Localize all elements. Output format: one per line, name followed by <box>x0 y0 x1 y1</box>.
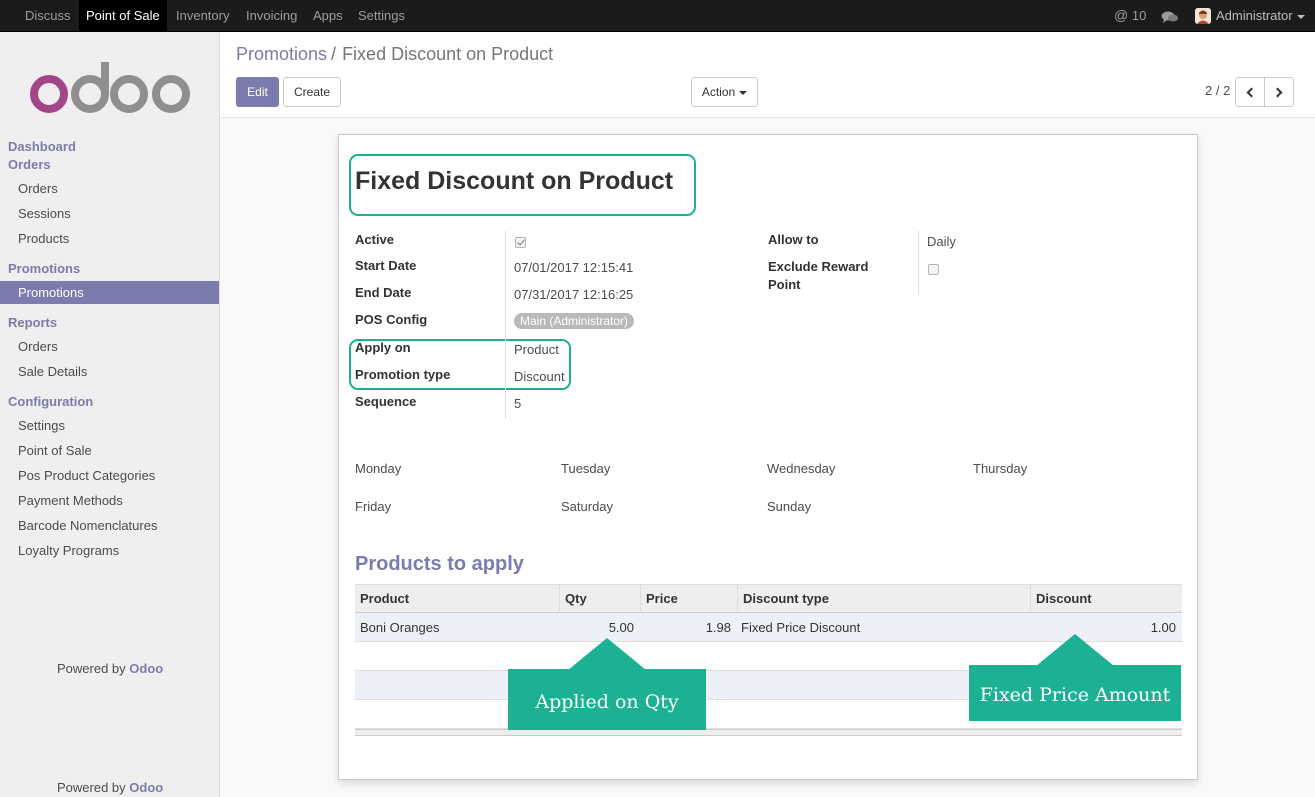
sidebar: Dashboard Orders Orders Sessions Product… <box>0 32 220 797</box>
exclude-reward-checkbox[interactable] <box>928 264 939 275</box>
sequence-label: Sequence <box>355 394 417 409</box>
breadcrumb-current: Fixed Discount on Product <box>342 44 554 64</box>
day-friday: Friday <box>355 499 392 514</box>
day-sunday: Sunday <box>767 499 812 514</box>
mentions-button[interactable]: @ 10 <box>1114 0 1146 31</box>
day-thursday: Thursday <box>973 461 1028 476</box>
products-table-header: Product Qty Price Discount type Discount <box>355 584 1182 613</box>
sidebar-item-barcode-nomenclatures[interactable]: Barcode Nomenclatures <box>0 514 219 537</box>
day-tuesday: Tuesday <box>561 461 611 476</box>
callout-applied-on-qty: Applied on Qty <box>508 669 706 730</box>
user-avatar[interactable] <box>1195 8 1211 24</box>
column-price[interactable]: Price <box>640 585 737 613</box>
callout-qty-arrow <box>568 638 646 670</box>
exclude-reward-label: Exclude Reward Point <box>768 259 869 292</box>
sequence-value: 5 <box>514 396 522 411</box>
column-discount[interactable]: Discount <box>1030 585 1182 613</box>
sidebar-item-settings[interactable]: Settings <box>0 414 219 437</box>
control-panel: Promotions / Fixed Discount on Product Edi… <box>220 32 1315 118</box>
chat-bubbles-icon <box>1161 11 1178 23</box>
menu-inventory[interactable]: Inventory <box>169 0 236 31</box>
chevron-down-icon <box>739 90 748 95</box>
menu-point-of-sale[interactable]: Point of Sale <box>79 0 167 31</box>
start-date-label: Start Date <box>355 258 417 273</box>
column-product[interactable]: Product <box>355 585 559 613</box>
pos-config-tag[interactable]: Main (Administrator) <box>514 313 635 329</box>
sidebar-item-sale-details[interactable]: Sale Details <box>0 360 219 383</box>
end-date-value: 07/31/2017 12:16:25 <box>514 287 634 302</box>
mentions-count: 10 <box>1131 8 1147 23</box>
chat-button[interactable] <box>1161 0 1179 31</box>
action-label: Action <box>701 85 736 99</box>
sidebar-item-payment-methods[interactable]: Payment Methods <box>0 489 219 512</box>
powered-by-link[interactable]: Odoo <box>129 661 163 676</box>
sidebar-item-point-of-sale[interactable]: Point of Sale <box>0 439 219 462</box>
start-date-value: 07/01/2017 12:15:41 <box>514 260 634 275</box>
menu-invoicing[interactable]: Invoicing <box>239 0 304 31</box>
field-divider-right <box>918 231 919 295</box>
powered-by: Powered by Odoo <box>57 661 163 676</box>
sidebar-item-promotions[interactable]: Promotions <box>0 281 219 304</box>
breadcrumb-promotions[interactable]: Promotions <box>236 44 327 64</box>
table-footer <box>355 729 1182 736</box>
breadcrumb-separator: / <box>331 44 337 64</box>
sidebar-item-loyalty-programs[interactable]: Loyalty Programs <box>0 539 219 562</box>
sidebar-item-products[interactable]: Products <box>0 227 219 250</box>
pager-previous-button[interactable] <box>1235 77 1265 107</box>
user-name: Administrator <box>1216 8 1293 23</box>
column-qty[interactable]: Qty <box>559 585 640 613</box>
form-sheet: Fixed Discount on Product Active Start D… <box>338 134 1198 780</box>
sidebar-head-reports[interactable]: Reports <box>8 315 57 330</box>
avatar-icon <box>1195 8 1211 24</box>
chevron-down-icon <box>1296 14 1305 19</box>
allow-to-label: Allow to <box>768 232 819 247</box>
sidebar-head-dashboard[interactable]: Dashboard <box>8 139 76 154</box>
products-section-title: Products to apply <box>355 553 524 575</box>
callout-fixed-price-amount: Fixed Price Amount <box>969 665 1181 721</box>
title-highlight <box>349 154 696 216</box>
callout-amount-arrow <box>1036 634 1114 666</box>
chevron-left-icon <box>1246 87 1257 98</box>
create-button[interactable]: Create <box>283 77 341 107</box>
pager-next-button[interactable] <box>1264 77 1294 107</box>
powered-by-footer: Powered by Odoo <box>57 780 163 795</box>
apply-type-highlight <box>349 339 571 390</box>
breadcrumb: Promotions / Fixed Discount on Product <box>236 44 553 65</box>
sidebar-item-orders[interactable]: Orders <box>0 177 219 200</box>
odoo-logo <box>30 62 190 113</box>
form-view: Fixed Discount on Product Active Start D… <box>220 118 1315 797</box>
powered-by-link[interactable]: Odoo <box>129 780 163 795</box>
top-navbar: Discuss Point of Sale Inventory Invoicin… <box>0 0 1315 32</box>
sidebar-item-sessions[interactable]: Sessions <box>0 202 219 225</box>
menu-apps[interactable]: Apps <box>306 0 350 31</box>
day-saturday: Saturday <box>561 499 614 514</box>
menu-settings[interactable]: Settings <box>351 0 412 31</box>
sidebar-head-orders[interactable]: Orders <box>8 157 51 172</box>
sidebar-item-pos-product-categories[interactable]: Pos Product Categories <box>0 464 219 487</box>
allow-to-value: Daily <box>927 234 956 249</box>
field-divider <box>505 231 506 419</box>
pos-config-label: POS Config <box>355 312 428 327</box>
pager-value[interactable]: 2 / 2 <box>1205 83 1230 98</box>
active-checkbox[interactable] <box>515 237 526 248</box>
edit-button[interactable]: Edit <box>236 77 279 107</box>
powered-by-prefix: Powered by <box>57 780 126 795</box>
user-menu[interactable]: Administrator <box>1216 0 1305 31</box>
sidebar-head-promotions[interactable]: Promotions <box>8 261 80 276</box>
day-wednesday: Wednesday <box>767 461 836 476</box>
powered-by-prefix: Powered by <box>57 661 126 676</box>
at-icon: @ <box>1114 7 1129 23</box>
cell-discount-type: Fixed Price Discount <box>741 620 861 635</box>
end-date-label: End Date <box>355 285 412 300</box>
day-monday: Monday <box>355 461 402 476</box>
chevron-right-icon <box>1272 87 1283 98</box>
menu-discuss[interactable]: Discuss <box>18 0 78 31</box>
sidebar-head-configuration[interactable]: Configuration <box>8 394 93 409</box>
action-dropdown[interactable]: Action <box>691 77 758 107</box>
cell-price: 1.98 <box>705 620 731 635</box>
sidebar-item-report-orders[interactable]: Orders <box>0 335 219 358</box>
column-discount-type[interactable]: Discount type <box>737 585 1030 613</box>
active-label: Active <box>355 232 395 247</box>
cell-product: Boni Oranges <box>360 620 440 635</box>
